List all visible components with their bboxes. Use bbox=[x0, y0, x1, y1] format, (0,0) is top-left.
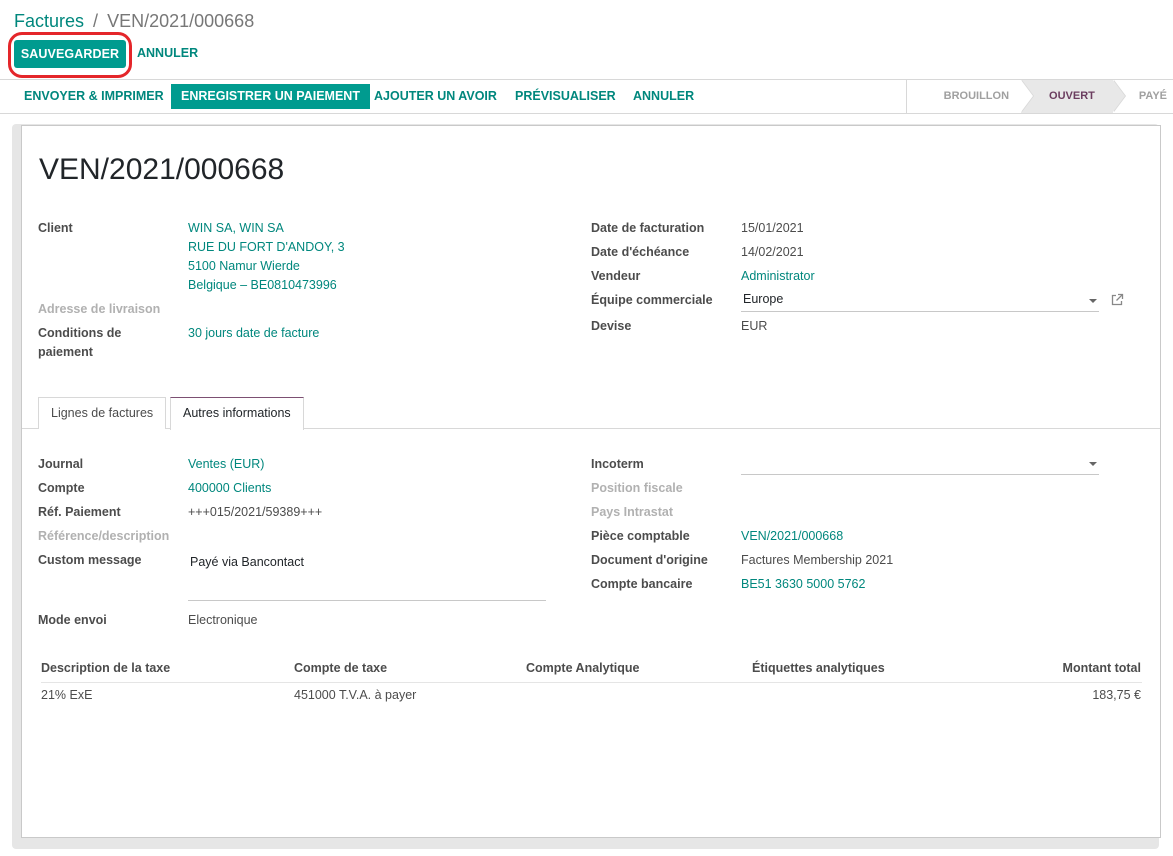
journal-link[interactable]: Ventes (EUR) bbox=[188, 455, 264, 474]
payment-terms-link[interactable]: 30 jours date de facture bbox=[188, 324, 319, 343]
invoice-date-label: Date de facturation bbox=[591, 221, 705, 235]
tab-other-info[interactable]: Autres informations bbox=[170, 397, 304, 430]
client-name-link[interactable]: WIN SA, WIN SA bbox=[188, 219, 284, 238]
client-label: Client bbox=[38, 221, 73, 235]
breadcrumb-separator: / bbox=[93, 11, 99, 31]
chevron-down-icon bbox=[1089, 299, 1097, 303]
tax-table-divider bbox=[41, 682, 1142, 683]
breadcrumb: Factures / VEN/2021/000668 bbox=[14, 9, 254, 33]
register-payment-button[interactable]: ENREGISTRER UN PAIEMENT bbox=[171, 84, 370, 109]
tax-header-account: Compte de taxe bbox=[294, 661, 388, 675]
origin-document-value: Factures Membership 2021 bbox=[741, 553, 894, 567]
step-arrow bbox=[1112, 80, 1125, 112]
journal-entry-label: Pièce comptable bbox=[591, 529, 690, 543]
payment-terms-label: Conditions de paiement bbox=[38, 324, 121, 362]
intrastat-country-label: Pays Intrastat bbox=[591, 505, 673, 519]
bank-account-label: Compte bancaire bbox=[591, 577, 693, 591]
form-sheet: VEN/2021/000668 Client WIN SA, WIN SA RU… bbox=[21, 125, 1161, 838]
tax-header-analytic-account: Compte Analytique bbox=[526, 661, 640, 675]
due-date-label: Date d'échéance bbox=[591, 245, 690, 259]
client-city[interactable]: 5100 Namur Wierde bbox=[188, 257, 300, 276]
sales-team-label: Équipe commerciale bbox=[591, 293, 713, 307]
payment-terms-label-line1: Conditions de bbox=[38, 326, 122, 340]
tax-header-description: Description de la taxe bbox=[41, 661, 171, 675]
sales-team-select[interactable]: Europe bbox=[741, 290, 1099, 312]
document-title: VEN/2021/000668 bbox=[39, 153, 285, 186]
payment-reference-value: +++015/2021/59389+++ bbox=[188, 505, 323, 519]
status-step-paid-label: PAYÉ bbox=[1138, 90, 1167, 102]
incoterm-select[interactable] bbox=[741, 453, 1099, 475]
discard-button[interactable]: ANNULER bbox=[137, 46, 198, 60]
add-credit-note-button[interactable]: AJOUTER UN AVOIR bbox=[364, 84, 507, 109]
invoice-date-value: 15/01/2021 bbox=[741, 221, 804, 235]
custom-message-textarea[interactable]: Payé via Bancontact bbox=[190, 553, 304, 572]
status-step-draft-label: BROUILLON bbox=[943, 90, 1010, 102]
save-button[interactable]: SAUVEGARDER bbox=[14, 40, 126, 68]
send-mode-label: Mode envoi bbox=[38, 613, 107, 627]
tax-cell-description: 21% ExE bbox=[41, 688, 93, 702]
tax-cell-total: 183,75 € bbox=[1092, 688, 1141, 702]
currency-label: Devise bbox=[591, 319, 632, 333]
payment-terms-label-line2: paiement bbox=[38, 345, 93, 359]
incoterm-label: Incoterm bbox=[591, 457, 644, 471]
custom-message-underline bbox=[188, 600, 546, 601]
journal-entry-link[interactable]: VEN/2021/000668 bbox=[741, 527, 843, 546]
chevron-down-icon bbox=[1089, 462, 1097, 466]
salesperson-label: Vendeur bbox=[591, 269, 641, 283]
account-label: Compte bbox=[38, 481, 85, 495]
salesperson-link[interactable]: Administrator bbox=[741, 267, 815, 286]
send-print-button[interactable]: ENVOYER & IMPRIMER bbox=[14, 84, 174, 109]
breadcrumb-parent-link[interactable]: Factures bbox=[14, 11, 84, 31]
status-step-open[interactable]: OUVERT bbox=[1021, 80, 1126, 113]
step-arrow bbox=[1021, 80, 1034, 112]
tab-invoice-lines[interactable]: Lignes de factures bbox=[38, 397, 167, 429]
sales-team-value: Europe bbox=[743, 292, 784, 306]
reference-description-label: Référence/description bbox=[38, 529, 170, 543]
account-link[interactable]: 400000 Clients bbox=[188, 479, 271, 498]
client-country-vat[interactable]: Belgique – BE0810473996 bbox=[188, 276, 337, 295]
delivery-address-label: Adresse de livraison bbox=[38, 302, 161, 316]
tax-header-total: Montant total bbox=[1062, 661, 1141, 675]
tax-header-analytic-tags: Étiquettes analytiques bbox=[752, 661, 885, 675]
status-step-open-label: OUVERT bbox=[1049, 90, 1095, 102]
breadcrumb-current: VEN/2021/000668 bbox=[107, 11, 255, 31]
cancel-invoice-button[interactable]: ANNULER bbox=[623, 84, 704, 109]
payment-reference-label: Réf. Paiement bbox=[38, 505, 121, 519]
bank-account-link[interactable]: BE51 3630 5000 5762 bbox=[741, 575, 865, 594]
custom-message-label: Custom message bbox=[38, 553, 142, 567]
status-step-draft[interactable]: BROUILLON bbox=[907, 80, 1035, 113]
control-panel: Factures / VEN/2021/000668 SAUVEGARDER A… bbox=[0, 0, 1173, 80]
client-street[interactable]: RUE DU FORT D'ANDOY, 3 bbox=[188, 238, 345, 257]
status-bar: ENVOYER & IMPRIMER ENREGISTRER UN PAIEME… bbox=[0, 80, 1173, 114]
currency-value: EUR bbox=[741, 319, 768, 333]
status-steps: BROUILLON OUVERT PAYÉ bbox=[905, 80, 1173, 113]
journal-label: Journal bbox=[38, 457, 84, 471]
preview-button[interactable]: PRÉVISUALISER bbox=[505, 84, 626, 109]
fiscal-position-label: Position fiscale bbox=[591, 481, 683, 495]
origin-document-label: Document d'origine bbox=[591, 553, 708, 567]
send-mode-value: Electronique bbox=[188, 613, 258, 627]
due-date-value: 14/02/2021 bbox=[741, 245, 804, 259]
tax-cell-account: 451000 T.V.A. à payer bbox=[294, 688, 417, 702]
external-link-icon[interactable] bbox=[1110, 293, 1124, 307]
